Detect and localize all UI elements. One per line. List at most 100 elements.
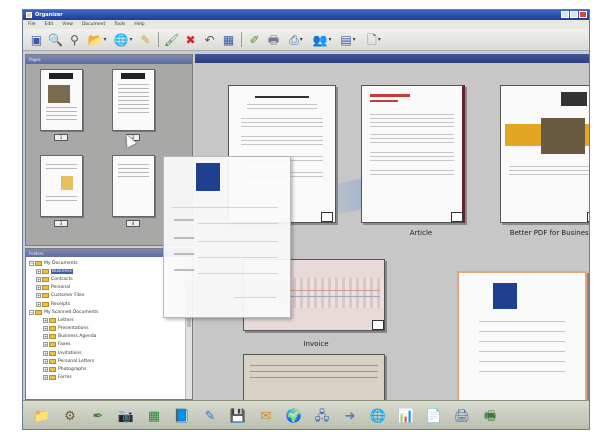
- toolbar-separator: [158, 32, 159, 47]
- window-controls: [561, 11, 587, 18]
- printer-icon[interactable]: 🖨: [453, 407, 471, 425]
- camera-icon[interactable]: 📷: [117, 407, 135, 425]
- expand-toggle-icon[interactable]: +: [43, 350, 48, 356]
- document-thumbnail-better-pdf[interactable]: [500, 85, 589, 223]
- expand-toggle-icon[interactable]: +: [43, 317, 48, 323]
- minimize-icon[interactable]: [561, 11, 569, 18]
- menu-tools[interactable]: Tools: [114, 22, 125, 27]
- people-icon[interactable]: 👥: [311, 32, 333, 47]
- pen-icon[interactable]: ✎: [138, 32, 153, 47]
- folder-icon: [49, 350, 56, 356]
- scanner-icon[interactable]: 🖷: [481, 407, 499, 425]
- form-logo: [196, 163, 220, 191]
- folder-label: Customer Files: [51, 293, 85, 299]
- undo-icon[interactable]: ↶: [202, 32, 217, 47]
- globe-icon[interactable]: 🌐: [112, 32, 134, 47]
- arrow-icon[interactable]: ➜: [341, 407, 359, 425]
- disk-icon[interactable]: 💾: [229, 407, 247, 425]
- highlighter-icon[interactable]: ✐: [247, 32, 262, 47]
- expand-toggle-icon[interactable]: +: [43, 375, 48, 381]
- expand-toggle-icon[interactable]: +: [36, 301, 41, 307]
- window-title: Organizer: [35, 12, 63, 18]
- folder-tree-item[interactable]: + Faxes: [29, 341, 189, 349]
- expand-toggle-icon[interactable]: −: [29, 309, 34, 315]
- expand-toggle-icon[interactable]: +: [36, 285, 41, 291]
- menu-file[interactable]: File: [28, 22, 36, 27]
- document-thumbnail-article[interactable]: [361, 85, 465, 223]
- folder-tree-item[interactable]: + Presentations: [29, 325, 189, 333]
- edit-icon[interactable]: ✎: [201, 407, 219, 425]
- folder-icon: [35, 309, 42, 315]
- expand-toggle-icon[interactable]: +: [43, 367, 48, 373]
- page-icon[interactable]: 🗋: [363, 32, 385, 47]
- brush-icon[interactable]: 🖌: [164, 32, 179, 47]
- folder-open-icon[interactable]: 📂: [86, 32, 108, 47]
- page-thumbnail[interactable]: [112, 69, 155, 131]
- page-number-badge: 1: [54, 134, 68, 141]
- status-bar: [23, 429, 589, 430]
- menu-edit[interactable]: Edit: [45, 22, 54, 27]
- folder-tree-item[interactable]: + Invitations: [29, 349, 189, 357]
- folder-icon: [42, 293, 49, 299]
- expand-toggle-icon[interactable]: +: [43, 358, 48, 364]
- expand-toggle-icon[interactable]: +: [43, 342, 48, 348]
- folder-tree-item[interactable]: + Forms: [29, 374, 189, 382]
- folder-label: Personal: [51, 285, 71, 291]
- menu-document[interactable]: Document: [82, 22, 105, 27]
- maximize-icon[interactable]: [570, 11, 578, 18]
- stamp-icon[interactable]: ⎙: [285, 32, 307, 47]
- folder-label: Business Agenda: [58, 334, 97, 340]
- page-thumbnail[interactable]: [40, 155, 83, 217]
- folder-label: Letters: [58, 317, 74, 323]
- folder-pane-label: Folders: [29, 250, 44, 256]
- page-number-badge: 3: [54, 220, 68, 227]
- folder-icon: [42, 268, 49, 274]
- layout-icon[interactable]: ▦: [221, 32, 236, 47]
- expand-toggle-icon[interactable]: +: [43, 334, 48, 340]
- new-icon[interactable]: ▣: [29, 32, 44, 47]
- page-thumbnail[interactable]: [112, 155, 155, 217]
- book-icon[interactable]: 📘: [173, 407, 191, 425]
- close-icon[interactable]: [579, 11, 587, 18]
- folder-tree-item[interactable]: + Personal Letters: [29, 357, 189, 365]
- spreadsheet-icon[interactable]: ▦: [145, 407, 163, 425]
- menu-bar: File Edit View Document Tools Help: [23, 20, 589, 29]
- delete-icon[interactable]: ✖: [183, 32, 198, 47]
- document-badge: [451, 212, 463, 222]
- menu-view[interactable]: View: [62, 22, 73, 27]
- expand-toggle-icon[interactable]: +: [43, 326, 48, 332]
- folder-label: Photographs: [58, 367, 87, 373]
- folder-icon: [49, 317, 56, 323]
- folder-tree-item[interactable]: + Business Agenda: [29, 333, 189, 341]
- pen-tool-icon[interactable]: ✒: [89, 407, 107, 425]
- folder-label: Contracts: [51, 276, 73, 282]
- thumbnails-header-label: Pages: [29, 57, 41, 62]
- document-caption-better-pdf: Better PDF for Business: [509, 229, 590, 237]
- document-thumbnail-form[interactable]: [457, 271, 587, 400]
- folder-icon: [49, 375, 56, 381]
- folder-icon: [49, 367, 56, 373]
- print-icon[interactable]: 🖶: [266, 32, 281, 47]
- document-thumbnail-scan[interactable]: [243, 354, 385, 400]
- earth-icon[interactable]: 🌐: [369, 407, 387, 425]
- tools-icon[interactable]: ⚙: [61, 407, 79, 425]
- expand-toggle-icon[interactable]: +: [36, 276, 41, 282]
- network-icon[interactable]: 🖧: [313, 407, 331, 425]
- folder-icon[interactable]: 📁: [33, 407, 51, 425]
- chart-icon[interactable]: 📊: [397, 407, 415, 425]
- folder-icon: [49, 342, 56, 348]
- expand-toggle-icon[interactable]: +: [36, 293, 41, 299]
- menu-help[interactable]: Help: [134, 22, 144, 27]
- document-icon[interactable]: 📄: [425, 407, 443, 425]
- expand-toggle-icon[interactable]: +: [36, 268, 41, 274]
- expand-toggle-icon[interactable]: −: [29, 260, 34, 266]
- globe-icon[interactable]: 🌍: [285, 407, 303, 425]
- mail-icon[interactable]: ✉: [257, 407, 275, 425]
- folder-label: My Scanned Documents: [44, 309, 99, 315]
- binoculars-icon[interactable]: ⚲: [67, 32, 82, 47]
- app-window: Organizer File Edit View Document Tools …: [22, 9, 590, 430]
- folder-tree-item[interactable]: + Photographs: [29, 365, 189, 373]
- view-icon[interactable]: ▤: [337, 32, 359, 47]
- search-icon[interactable]: 🔍: [48, 32, 63, 47]
- page-thumbnail[interactable]: [40, 69, 83, 131]
